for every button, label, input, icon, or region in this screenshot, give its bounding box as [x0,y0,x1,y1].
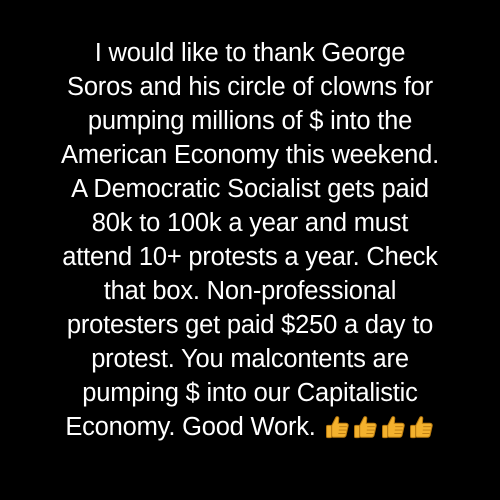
thumbs-up-icon [409,415,433,438]
text-line: American Economy this weekend. [60,141,440,169]
text-line-last-label: Economy. Good Work. [65,413,316,441]
meme-canvas: I would like to thank George Soros and h… [0,0,500,500]
thumbs-up-group [324,414,435,441]
text-line-last: Economy. Good Work. [0,410,500,444]
text-line: 80k to 100k a year and must [91,209,409,237]
thumbs-up-icon [325,415,349,438]
text-line: A Democratic Socialist gets paid [71,175,429,203]
text-line: protesters get paid $250 a day to [66,311,434,339]
thumbs-up-icon [381,415,405,438]
text-line: attend 10+ protests a year. Check [62,243,438,271]
thumbs-up-icon [353,415,377,438]
post-text: I would like to thank George Soros and h… [0,36,500,444]
text-line: pumping $ into our Capitalistic [82,379,418,407]
text-line: pumping millions of $ into the [87,107,413,135]
text-line: Soros and his circle of clowns for [67,73,433,101]
text-line: I would like to thank George [94,39,406,67]
text-line: that box. Non-professional [103,277,397,305]
text-line: protest. You malcontents are [91,345,409,373]
